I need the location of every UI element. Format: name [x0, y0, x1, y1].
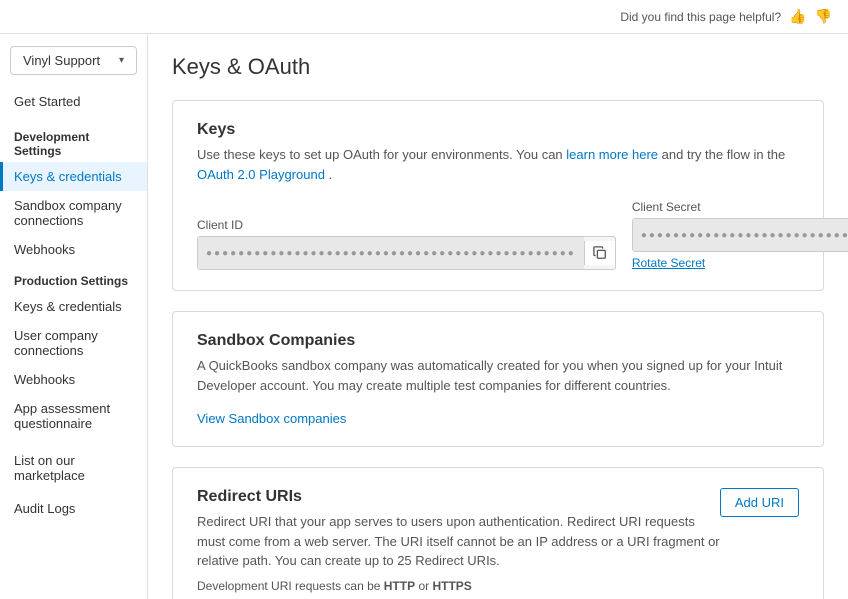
add-uri-button[interactable]: Add URI: [720, 488, 799, 517]
sidebar-item-dev-keys[interactable]: Keys & credentials: [0, 162, 147, 191]
app-dropdown-label: Vinyl Support: [23, 53, 100, 68]
redirect-title-block: Redirect URIs Redirect URI that your app…: [197, 488, 720, 571]
client-secret-label: Client Secret: [632, 200, 848, 214]
view-sandbox-link[interactable]: View Sandbox companies: [197, 411, 346, 426]
content-area: Keys & OAuth Keys Use these keys to set …: [148, 34, 848, 599]
client-id-field: Client ID ●●●●●●●●●●●●●●●●●●●●●●●●●●●●●●…: [197, 218, 616, 270]
redirect-card: Redirect URIs Redirect URI that your app…: [172, 467, 824, 599]
keys-card: Keys Use these keys to set up OAuth for …: [172, 100, 824, 291]
thumbdown-icon[interactable]: 👎: [815, 8, 832, 25]
client-id-copy-button[interactable]: [584, 241, 615, 265]
sidebar-item-prod-webhooks[interactable]: Webhooks: [0, 365, 147, 394]
client-secret-field: Client Secret ●●●●●●●●●●●●●●●●●●●●●●●●●●…: [632, 200, 848, 270]
client-id-blurred: ●●●●●●●●●●●●●●●●●●●●●●●●●●●●●●●●●●●●●●●●…: [198, 237, 584, 269]
keys-section-title: Keys: [197, 121, 799, 139]
uri-note: Development URI requests can be HTTP or …: [197, 579, 799, 593]
keys-row: Client ID ●●●●●●●●●●●●●●●●●●●●●●●●●●●●●●…: [197, 200, 799, 270]
client-secret-blurred: ●●●●●●●●●●●●●●●●●●●●●●●●●●●●●●●●●●●●●●●●…: [633, 219, 848, 251]
content-inner: Keys & OAuth Keys Use these keys to set …: [148, 34, 848, 599]
thumbup-icon[interactable]: 👍: [789, 8, 806, 25]
sidebar-item-prod-user[interactable]: User company connections: [0, 321, 147, 365]
sandbox-card-body: Sandbox Companies A QuickBooks sandbox c…: [173, 312, 823, 446]
redirect-card-body: Redirect URIs Redirect URI that your app…: [173, 468, 823, 599]
sidebar-item-dev-webhooks[interactable]: Webhooks: [0, 235, 147, 264]
feedback-icons: 👍 👎: [789, 8, 832, 25]
chevron-down-icon: ▾: [119, 55, 124, 66]
app-dropdown[interactable]: Vinyl Support ▾: [10, 46, 137, 75]
keys-desc: Use these keys to set up OAuth for your …: [197, 145, 799, 184]
client-secret-dots: ●●●●●●●●●●●●●●●●●●●●●●●●●●●●●●●●●●●●●●●●…: [641, 230, 848, 241]
client-id-label: Client ID: [197, 218, 616, 232]
sidebar-item-dev-sandbox[interactable]: Sandbox company connections: [0, 191, 147, 235]
sandbox-section-title: Sandbox Companies: [197, 332, 799, 350]
redirect-section-title: Redirect URIs: [197, 488, 720, 506]
sidebar-item-audit-logs[interactable]: Audit Logs: [0, 494, 147, 523]
helpful-text: Did you find this page helpful?: [620, 10, 781, 24]
client-secret-input-wrap: ●●●●●●●●●●●●●●●●●●●●●●●●●●●●●●●●●●●●●●●●…: [632, 218, 848, 252]
sidebar-item-marketplace[interactable]: List on our marketplace: [0, 446, 147, 490]
redirect-desc: Redirect URI that your app serves to use…: [197, 512, 720, 571]
oauth-playground-link[interactable]: OAuth 2.0 Playground: [197, 167, 325, 182]
redirect-header: Redirect URIs Redirect URI that your app…: [197, 488, 799, 571]
sandbox-desc: A QuickBooks sandbox company was automat…: [197, 356, 799, 395]
sidebar-item-prod-keys[interactable]: Keys & credentials: [0, 292, 147, 321]
prod-settings-header: Production Settings: [0, 264, 147, 292]
top-bar: Did you find this page helpful? 👍 👎: [0, 0, 848, 34]
learn-more-link[interactable]: learn more here: [566, 147, 658, 162]
sidebar-item-prod-app[interactable]: App assessment questionnaire: [0, 394, 147, 438]
sidebar: Vinyl Support ▾ Get Started Development …: [0, 34, 148, 599]
client-id-input-wrap: ●●●●●●●●●●●●●●●●●●●●●●●●●●●●●●●●●●●●●●●●…: [197, 236, 616, 270]
sandbox-card: Sandbox Companies A QuickBooks sandbox c…: [172, 311, 824, 447]
keys-card-body: Keys Use these keys to set up OAuth for …: [173, 101, 823, 290]
rotate-secret-link[interactable]: Rotate Secret: [632, 256, 705, 270]
main-layout: Vinyl Support ▾ Get Started Development …: [0, 34, 848, 599]
sidebar-item-get-started[interactable]: Get Started: [0, 87, 147, 116]
client-id-dots: ●●●●●●●●●●●●●●●●●●●●●●●●●●●●●●●●●●●●●●●●…: [206, 248, 576, 259]
dev-settings-header: Development Settings: [0, 120, 147, 162]
page-title: Keys & OAuth: [172, 54, 824, 80]
